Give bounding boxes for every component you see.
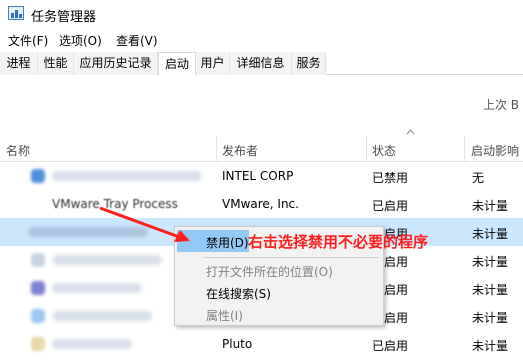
blurred-name: [52, 339, 132, 349]
last-bios-time-label: 上次 B: [482, 98, 519, 112]
tab-app-history[interactable]: 应用历史记录: [74, 52, 158, 75]
menu-properties[interactable]: 属性(I): [206, 307, 243, 324]
row-impact: 未计量: [472, 255, 509, 269]
row-status: 已启用: [372, 199, 409, 213]
column-header: 名称 发布者 状态 启动影响: [0, 136, 523, 162]
blurred-name: [52, 283, 142, 293]
tab-users[interactable]: 用户: [196, 52, 230, 75]
app-icon: [31, 169, 45, 183]
blurred-name: [52, 311, 152, 321]
row-impact: 未计量: [472, 199, 509, 213]
menu-file[interactable]: 文件(F): [8, 32, 48, 49]
row-impact: 未计量: [472, 339, 509, 353]
tab-startup[interactable]: 启动: [158, 52, 196, 76]
tab-processes[interactable]: 进程: [0, 52, 38, 75]
column-publisher[interactable]: 发布者: [222, 142, 258, 159]
title-bar: 任务管理器: [0, 0, 523, 28]
menu-view[interactable]: 查看(V): [116, 32, 158, 49]
row-impact: 未计量: [472, 227, 509, 241]
menu-search-online[interactable]: 在线搜索(S): [206, 285, 271, 302]
menu-bar: 文件(F) 选项(O) 查看(V): [0, 30, 523, 50]
sort-ascending-icon: [406, 129, 415, 135]
blurred-name: [52, 171, 202, 181]
tab-services[interactable]: 服务: [292, 52, 326, 75]
menu-open-file-location[interactable]: 打开文件所在的位置(O): [206, 263, 333, 280]
row-status: 已禁用: [372, 171, 409, 185]
row-impact: 未计量: [472, 311, 509, 325]
row-name: VMware Tray Process: [52, 197, 178, 211]
task-manager-icon: [8, 6, 24, 20]
table-row[interactable]: INTEL CORP 已禁用 无: [0, 162, 523, 190]
tab-performance[interactable]: 性能: [38, 52, 74, 75]
table-row[interactable]: VMware Tray Process VMware, Inc. 已启用 未计量: [0, 190, 523, 218]
row-publisher: VMware, Inc.: [222, 197, 299, 211]
column-startup-impact[interactable]: 启动影响: [471, 142, 519, 159]
menu-disable[interactable]: 禁用(D): [206, 234, 249, 251]
app-icon: [31, 253, 45, 267]
column-status[interactable]: 状态: [372, 142, 396, 159]
column-name[interactable]: 名称: [6, 142, 30, 159]
app-icon: [31, 309, 45, 323]
window-title: 任务管理器: [31, 10, 97, 25]
annotation-text: 右击选择禁用不必要的程序: [248, 233, 429, 251]
app-icon: [31, 337, 45, 351]
row-status: 已启用: [372, 339, 409, 353]
menu-options[interactable]: 选项(O): [59, 32, 102, 49]
row-impact: 无: [472, 171, 485, 185]
blurred-name: [52, 255, 162, 265]
blurred-name: [28, 227, 148, 237]
app-icon: [31, 281, 45, 295]
row-publisher: Pluto: [222, 337, 253, 351]
tab-details[interactable]: 详细信息: [230, 52, 292, 75]
menu-separator: [203, 257, 379, 258]
row-publisher: INTEL CORP: [222, 169, 294, 183]
tab-bar: 进程 性能 应用历史记录 启动 用户 详细信息 服务: [0, 52, 523, 76]
row-impact: 未计量: [472, 283, 509, 297]
table-row[interactable]: Pluto 已启用 未计量: [0, 330, 523, 358]
